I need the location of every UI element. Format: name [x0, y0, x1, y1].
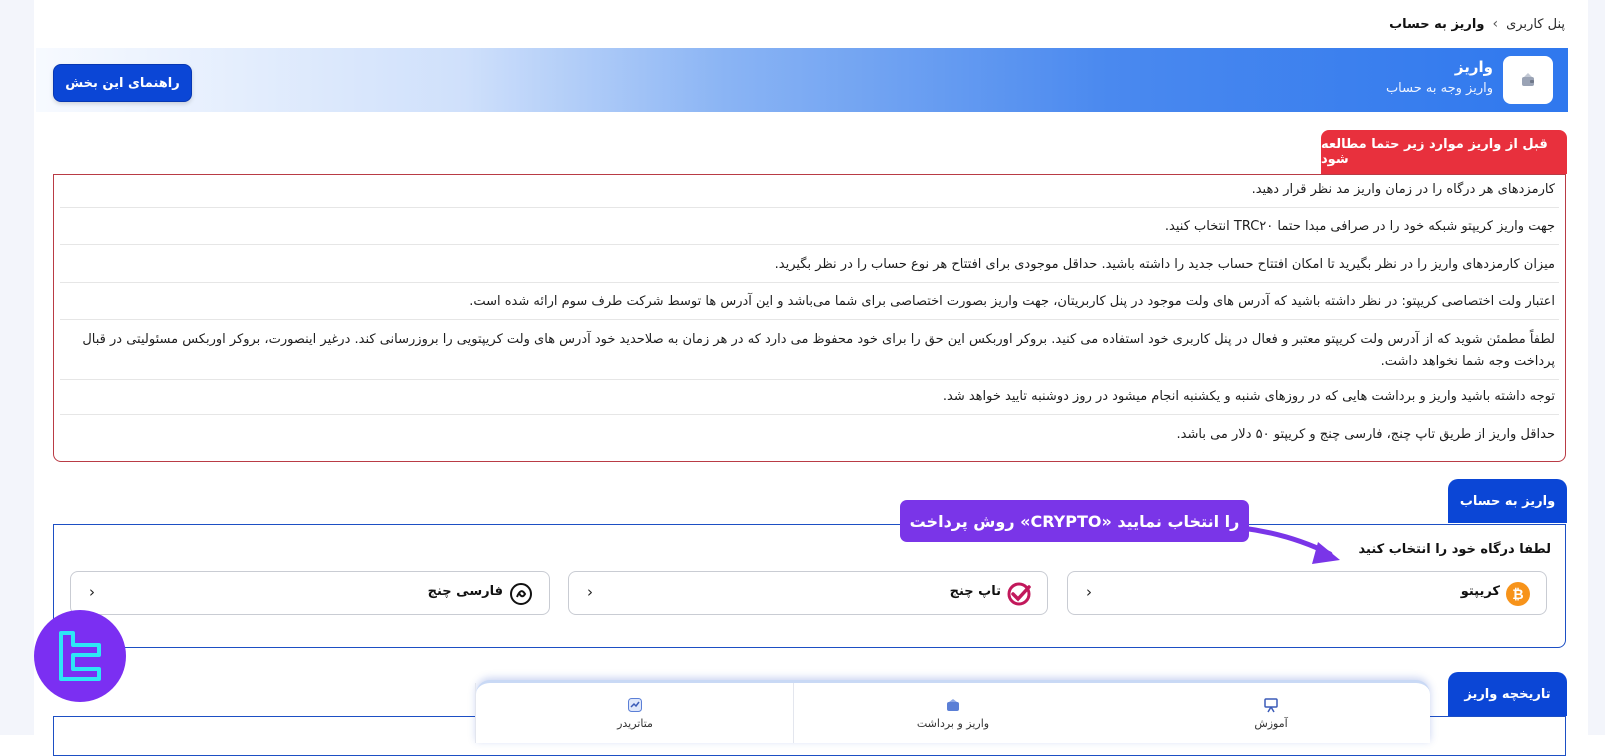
nav-item-label: واریز و برداشت: [916, 716, 990, 730]
farsichange-icon: [510, 583, 532, 605]
callout-arrow-icon: [1240, 525, 1340, 564]
gateway-name: فارسی چنج: [427, 584, 503, 599]
notice-item: جهت واریز کریپتو شبکه خود را در صرافی مب…: [60, 216, 1559, 245]
gateway-topchange[interactable]: تاپ چنج ›: [568, 571, 1048, 615]
page-gutter-right: [1588, 0, 1605, 735]
gateway-crypto[interactable]: ₿ کریپتو ›: [1067, 571, 1547, 615]
notice-item: توجه داشته باشید واریز و برداشت هایی که …: [60, 386, 1559, 415]
bitcoin-icon: ₿: [1506, 582, 1530, 606]
notice-item: کارمزدهای هر درگاه را در زمان واریز مد ن…: [60, 179, 1559, 208]
breadcrumb: پنل کاربری ‹ واریز به حساب: [1389, 14, 1565, 34]
wallet-icon: [947, 698, 959, 711]
gateway-farsichange[interactable]: فارسی چنج ›: [70, 571, 550, 615]
notice-item: اعتبار ولت اختصاصی کریپتو: در نظر داشته …: [60, 291, 1559, 320]
chevron-right-icon: ›: [89, 583, 95, 601]
nav-item-label: متاتریدر: [617, 716, 653, 730]
gateway-name: کریپتو: [1460, 584, 1500, 599]
tab-deposit-history[interactable]: تاریخچه واریز: [1448, 672, 1567, 716]
wallet-icon: [1503, 56, 1553, 104]
notice-box: کارمزدهای هر درگاه را در زمان واریز مد ن…: [53, 174, 1566, 462]
chart-icon: [628, 697, 642, 712]
nav-item-deposit-withdraw[interactable]: واریز و برداشت: [793, 683, 1112, 743]
tab-deposit-to-account[interactable]: واریز به حساب: [1448, 479, 1567, 523]
notice-item: میزان کارمزدهای واریز را در نظر بگیرید ت…: [60, 254, 1559, 283]
bottom-navigation: آموزش واریز و برداشت متاتریدر: [475, 680, 1430, 743]
brand-logo: [34, 610, 126, 702]
svg-text:₿: ₿: [1512, 587, 1523, 603]
nav-item-metatrader[interactable]: متاتریدر: [475, 683, 794, 743]
breadcrumb-current: واریز به حساب: [1389, 16, 1485, 32]
page-subtitle: واریز وجه به حساب: [1385, 81, 1493, 96]
section-guide-button[interactable]: راهنمای این بخش: [53, 64, 192, 102]
notice-item: حداقل واریز از طریق تاپ چنج، فارسی چنج و…: [1176, 427, 1555, 442]
page-header-banner: [36, 48, 1568, 112]
gateway-name: تاپ چنج: [949, 584, 1001, 599]
presentation-icon: [1264, 697, 1278, 712]
topchange-icon: [1007, 582, 1031, 606]
nav-item-education[interactable]: آموزش: [1112, 683, 1430, 743]
page-title: واریز: [1454, 58, 1493, 76]
chevron-left-icon: ‹: [1492, 16, 1499, 32]
nav-item-label: آموزش: [1254, 716, 1288, 730]
notice-title: قبل از واریز موارد زیر حتما مطالعه شود: [1321, 130, 1567, 174]
breadcrumb-parent[interactable]: پنل کاربری: [1506, 17, 1565, 32]
chevron-right-icon: ›: [1086, 583, 1092, 601]
page-gutter-left: [0, 0, 34, 735]
notice-item: لطفاً مطمئن شوید که از آدرس ولت کریپتو م…: [60, 329, 1559, 380]
instruction-callout: روش پرداخت «CRYPTO» را انتخاب نمایید: [900, 500, 1249, 542]
gateway-select-label: لطفا درگاه خود را انتخاب کنید: [1358, 542, 1551, 557]
chevron-right-icon: ›: [587, 583, 593, 601]
